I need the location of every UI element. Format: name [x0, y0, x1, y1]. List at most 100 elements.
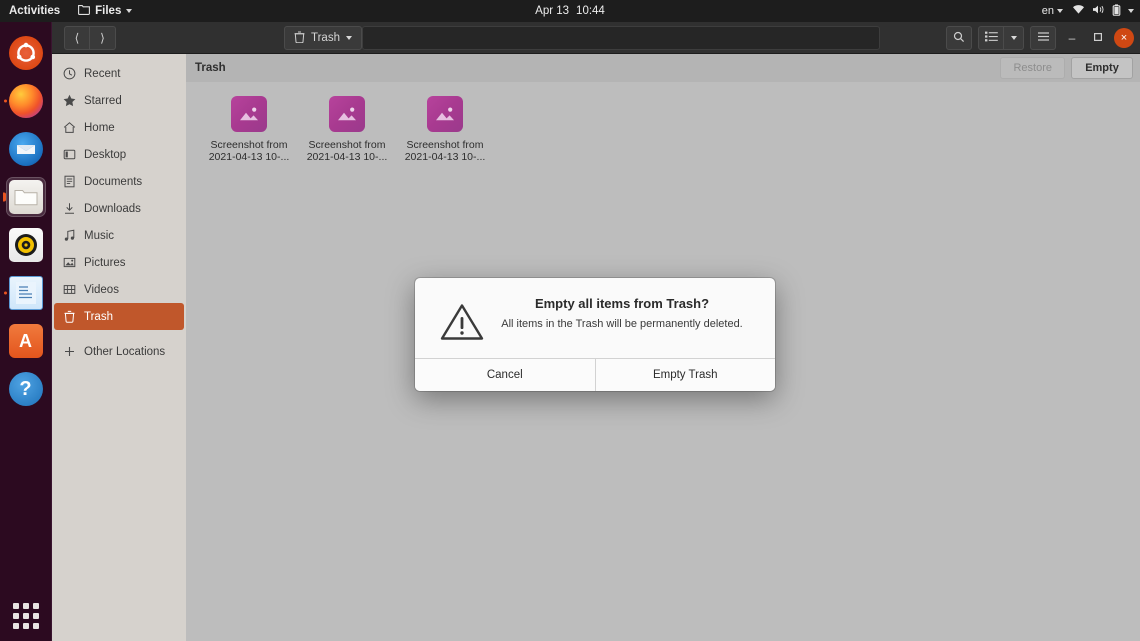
dialog-body: Empty all items from Trash? All items in…	[415, 278, 775, 358]
trash-toolbar: Trash Restore Empty	[186, 54, 1140, 82]
software-glyph: A	[19, 330, 32, 351]
plus-icon	[62, 345, 76, 359]
image-file-icon	[329, 96, 365, 132]
chevron-down-icon[interactable]	[1128, 9, 1134, 13]
ubuntu-desktop-icon	[8, 36, 43, 70]
sidebar-item-label: Trash	[84, 310, 113, 323]
search-button[interactable]	[946, 26, 972, 50]
dock-item-ubuntu-software[interactable]: A	[4, 318, 48, 364]
libreoffice-writer-icon	[8, 276, 43, 310]
empty-button[interactable]: Empty	[1071, 57, 1133, 79]
location-entry[interactable]	[362, 26, 880, 50]
sidebar-item-documents[interactable]: Documents	[54, 168, 184, 195]
pathbar-trash-button[interactable]: Trash	[284, 26, 362, 50]
list-view-button[interactable]	[978, 26, 1004, 50]
back-button[interactable]: ⟨	[64, 25, 90, 50]
music-icon	[62, 229, 76, 243]
maximize-icon	[1093, 31, 1103, 45]
file-name-label: Screenshot from 2021-04-13 10-...	[208, 139, 290, 163]
clock-button[interactable]: Apr 13 10:44	[535, 5, 605, 17]
navigation-buttons: ⟨ ⟩	[64, 25, 116, 50]
list-view-icon	[984, 31, 998, 45]
sidebar-item-music[interactable]: Music	[54, 222, 184, 249]
rhythmbox-icon	[8, 228, 43, 262]
activities-button[interactable]: Activities	[0, 0, 69, 22]
grid-dot	[32, 613, 39, 619]
image-file-icon	[231, 96, 267, 132]
forward-button[interactable]: ⟩	[90, 25, 116, 50]
file-item[interactable]: Screenshot from 2021-04-13 10-...	[298, 96, 396, 163]
dock-item-thunderbird[interactable]	[4, 126, 48, 172]
sidebar-separator	[52, 330, 186, 338]
chevron-down-icon	[1057, 9, 1063, 13]
sidebar-item-home[interactable]: Home	[54, 114, 184, 141]
videos-icon	[62, 283, 76, 297]
sidebar-item-desktop[interactable]: Desktop	[54, 141, 184, 168]
pictures-icon	[62, 256, 76, 270]
restore-button[interactable]: Restore	[1000, 57, 1065, 79]
sidebar-item-label: Home	[84, 121, 115, 134]
sidebar-item-label: Pictures	[84, 256, 126, 269]
chevron-left-icon: ⟨	[74, 30, 80, 45]
grid-dot	[32, 623, 39, 629]
desktop-icon	[62, 148, 76, 162]
main-menu-button[interactable]	[1030, 26, 1056, 50]
dock-item-files[interactable]	[4, 174, 48, 220]
file-item[interactable]: Screenshot from 2021-04-13 10-...	[200, 96, 298, 163]
chevron-down-icon	[126, 9, 133, 13]
app-menu-button[interactable]: Files	[69, 0, 141, 22]
view-options-button[interactable]	[1004, 26, 1024, 50]
system-tray[interactable]: en	[1042, 0, 1134, 22]
close-button[interactable]: ×	[1114, 28, 1134, 48]
places-sidebar: Recent Starred Home Desktop Documents Do…	[52, 54, 186, 641]
wifi-icon	[1072, 4, 1085, 18]
tray-status-icons[interactable]	[1072, 3, 1134, 19]
volume-icon	[1092, 4, 1105, 18]
restore-label: Restore	[1013, 62, 1052, 74]
empty-label: Empty	[1085, 62, 1119, 74]
dock-item-ubuntu[interactable]	[4, 30, 48, 76]
cancel-button[interactable]: Cancel	[415, 359, 596, 391]
clock-date: Apr 13	[535, 5, 570, 17]
dialog-message: All items in the Trash will be permanent…	[501, 318, 743, 330]
image-file-icon	[427, 96, 463, 132]
firefox-icon	[8, 84, 43, 118]
keyboard-language-indicator[interactable]: en	[1042, 5, 1063, 17]
grid-dot	[22, 623, 29, 629]
file-item[interactable]: Screenshot from 2021-04-13 10-...	[396, 96, 494, 163]
headerbar-right-controls: – ×	[946, 26, 1134, 50]
empty-trash-confirm-button[interactable]: Empty Trash	[595, 359, 775, 391]
sidebar-item-downloads[interactable]: Downloads	[54, 195, 184, 222]
dock-item-help[interactable]: ?	[4, 366, 48, 412]
sidebar-item-videos[interactable]: Videos	[54, 276, 184, 303]
empty-trash-dialog: Empty all items from Trash? All items in…	[415, 278, 775, 391]
warning-triangle-icon	[433, 296, 491, 342]
sidebar-item-label: Other Locations	[84, 345, 166, 358]
view-mode-group	[978, 26, 1024, 50]
sidebar-item-other-locations[interactable]: Other Locations	[54, 338, 184, 365]
file-name-label: Screenshot from 2021-04-13 10-...	[306, 139, 388, 163]
dock-item-rhythmbox[interactable]	[4, 222, 48, 268]
thunderbird-icon	[8, 132, 43, 166]
dialog-title: Empty all items from Trash?	[534, 296, 710, 311]
chevron-down-icon[interactable]	[345, 36, 352, 40]
sidebar-item-label: Starred	[84, 94, 122, 107]
desktop-screen: Activities Files Apr 13 10:44 en A ? ⟨ ⟩…	[0, 0, 1140, 641]
show-applications-button[interactable]	[11, 601, 41, 631]
minimize-button[interactable]: –	[1062, 28, 1082, 48]
sidebar-item-pictures[interactable]: Pictures	[54, 249, 184, 276]
window-headerbar: ⟨ ⟩ Trash – ×	[52, 22, 1140, 54]
ubuntu-software-icon: A	[8, 324, 43, 358]
minimize-icon: –	[1068, 31, 1076, 45]
sidebar-item-trash[interactable]: Trash	[54, 303, 184, 330]
dock-item-firefox[interactable]	[4, 78, 48, 124]
sidebar-item-recent[interactable]: Recent	[54, 60, 184, 87]
dock-item-libreoffice-writer[interactable]	[4, 270, 48, 316]
maximize-button[interactable]	[1088, 28, 1108, 48]
grid-dot	[32, 603, 39, 609]
grid-dot	[12, 613, 19, 619]
gnome-top-bar: Activities Files Apr 13 10:44 en	[0, 0, 1140, 22]
hamburger-menu-icon	[1037, 31, 1050, 45]
grid-dot	[12, 603, 19, 609]
sidebar-item-starred[interactable]: Starred	[54, 87, 184, 114]
